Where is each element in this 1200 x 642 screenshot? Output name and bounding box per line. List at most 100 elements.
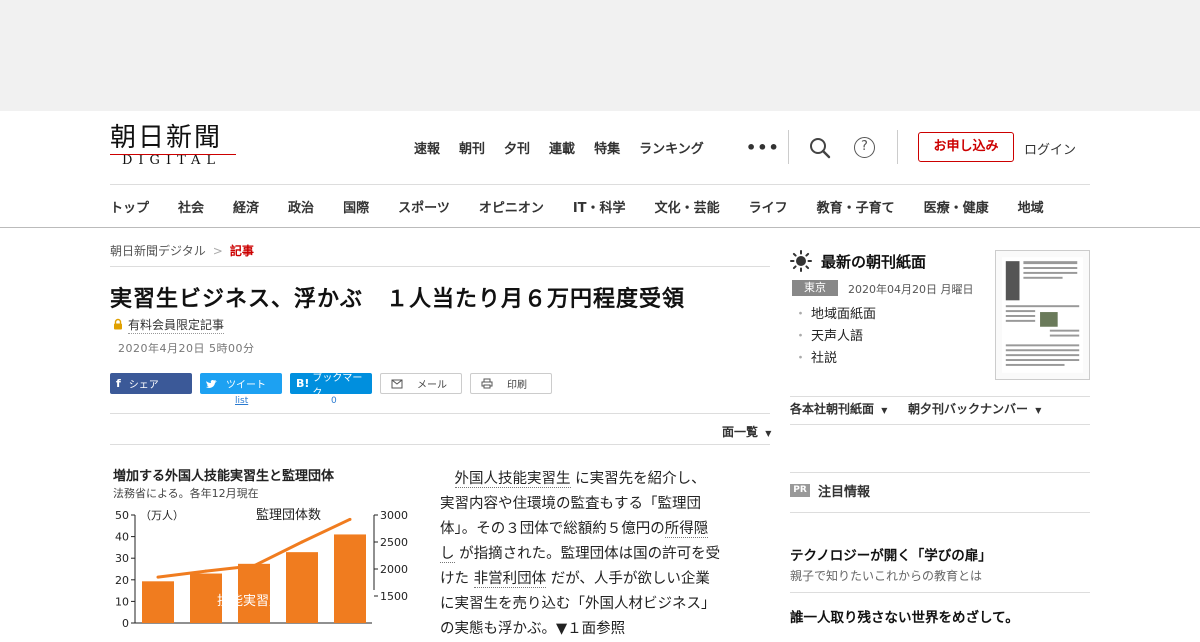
category-culture[interactable]: 文化・芸能 [655,197,720,216]
link-editorial[interactable]: 社説 [794,348,876,370]
twitter-share-label: ツイート [226,380,266,391]
twitter-count[interactable]: list [235,396,248,406]
article-line: 外国人技能実習生 に実習先を紹介し、 [440,467,760,492]
header-separator [110,184,1090,185]
article-line: 実習内容や住環境の監査もする「監理団 [440,496,701,512]
chart-line-point [204,569,208,573]
category-region[interactable]: 地域 [1018,197,1044,216]
category-opinion[interactable]: オピニオン [479,197,544,216]
lock-icon [114,318,122,330]
twitter-icon [206,379,217,388]
divider [790,424,1090,425]
foreign-trainee-chart: 増加する外国人技能実習生と監理団体 法務省による。各年12月現在 （万人） 監理… [113,468,408,630]
print-label: 印刷 [507,380,527,391]
newspaper-thumbnail[interactable] [995,250,1090,380]
chart-bar [286,552,318,623]
category-life[interactable]: ライフ [749,197,788,216]
chart-left-tick-label: 20 [115,574,129,587]
logo-sub-text: DIGITAL [122,153,222,168]
chart-title: 増加する外国人技能実習生と監理団体 [113,468,335,484]
nav-item-yuukan[interactable]: 夕刊 [504,138,530,157]
site-logo[interactable]: 朝日新聞 DIGITAL [110,124,240,170]
breadcrumb-home[interactable]: 朝日新聞デジタル [110,244,206,258]
chart-right-tick-label: 1500 [380,590,408,603]
facebook-share-button[interactable]: f シェア [110,373,192,394]
category-top[interactable]: トップ [110,197,149,216]
facebook-share-label: シェア [128,380,159,391]
promo-link-sdgs[interactable]: 誰一人取り残さない世界をめざして。 [790,606,1019,626]
more-menu-icon[interactable]: ••• [746,138,780,157]
search-icon[interactable] [808,136,832,160]
ad-banner-area [0,0,1200,111]
page-list-dropdown[interactable]: 面一覧 ▼ [722,423,771,440]
members-only-label[interactable]: 有料会員限定記事 [128,316,225,334]
category-international[interactable]: 国際 [343,197,369,216]
sun-icon [790,250,812,272]
divider [790,472,1090,473]
regional-edition-dropdown[interactable]: 各本社朝刊紙面 ▼ [790,400,887,417]
article-title: 実習生ビジネス、浮かぶ １人当たり月６万円程度受領 [110,287,686,312]
edition-date: 2020年04月20日 月曜日 [848,283,974,296]
hatena-bookmark-button[interactable]: B! ブックマーク [290,373,372,399]
category-health[interactable]: 医療・健康 [924,197,989,216]
promo-subtitle-education: 親子で知りたいこれからの教育とは [790,569,983,583]
category-economy[interactable]: 経済 [233,197,259,216]
category-it-science[interactable]: IT・科学 [573,197,626,216]
mail-share-label: メール [417,380,447,391]
category-society[interactable]: 社会 [178,197,204,216]
chart-line-point [300,540,304,544]
category-sports[interactable]: スポーツ [398,197,450,216]
nav-item-sokuho[interactable]: 速報 [414,138,440,157]
divider [110,413,770,414]
subscribe-button[interactable]: お申し込み [918,132,1014,162]
article-text: が指摘された。監理団体は国の許可を受 [454,546,721,562]
breadcrumb: 朝日新聞デジタル > 記事 [110,242,254,259]
help-icon[interactable]: ? [854,137,875,158]
article-line: けた 非営利団体 だが、人手が欲しい企業 [440,567,760,592]
term-link-tax-end[interactable]: し [440,546,455,563]
sidebar-title[interactable]: 最新の朝刊紙面 [821,251,926,272]
twitter-share-button[interactable]: ツイート [200,373,282,394]
nav-item-ranking[interactable]: ランキング [639,138,704,157]
edition-links: 地域面紙面 天声人語 社説 [794,304,876,370]
nav-item-choukan[interactable]: 朝刊 [459,138,485,157]
chart-left-tick-label: 30 [115,552,129,565]
page-list-label: 面一覧 [722,425,759,439]
hatena-icon: B! [296,377,310,390]
back-number-dropdown[interactable]: 朝夕刊バックナンバー ▼ [908,400,1041,417]
chart-bar-label: 技能実習生 [217,593,282,609]
breadcrumb-current: 記事 [229,244,254,258]
chart-left-unit: （万人） [140,509,184,522]
link-tensei-jingo[interactable]: 天声人語 [794,326,876,348]
print-button[interactable]: 印刷 [470,373,552,394]
promo-link-education[interactable]: テクノロジーが開く「学びの扉」 [790,544,992,564]
chart-left-tick-label: 10 [115,595,129,608]
nav-item-tokushu[interactable]: 特集 [594,138,620,157]
category-politics[interactable]: 政治 [288,197,314,216]
divider [110,266,770,267]
chart-subtitle: 法務省による。各年12月現在 [113,486,259,500]
chart-right-tick-label: 2000 [380,563,408,576]
nav-item-rensai[interactable]: 連載 [549,138,575,157]
divider [790,592,1090,593]
pr-badge: PR [790,484,810,497]
article-text: に実習先を紹介し、 [570,471,706,487]
term-link-npo[interactable]: 非営利団体 [473,571,547,588]
logo-main-text: 朝日新聞 [110,123,223,153]
article-text: だが、人手が欲しい企業 [546,571,710,587]
category-education[interactable]: 教育・子育て [817,197,895,216]
article-date: 2020年4月20日 5時00分 [118,342,255,355]
mail-share-button[interactable]: メール [380,373,462,394]
link-regional-page[interactable]: 地域面紙面 [794,304,876,326]
regional-edition-label: 各本社朝刊紙面 [790,402,875,416]
term-link-tax[interactable]: 所得隠 [664,521,709,538]
mail-icon [391,379,403,388]
pr-section-title: 注目情報 [818,485,871,500]
chart-left-tick-label: 40 [115,531,129,544]
divider [110,444,770,445]
chart-bar [142,581,174,623]
term-link-trainee[interactable]: 外国人技能実習生 [454,471,571,488]
divider [790,396,1090,397]
login-link[interactable]: ログイン [1024,139,1076,158]
hatena-count[interactable]: 0 [331,396,337,406]
